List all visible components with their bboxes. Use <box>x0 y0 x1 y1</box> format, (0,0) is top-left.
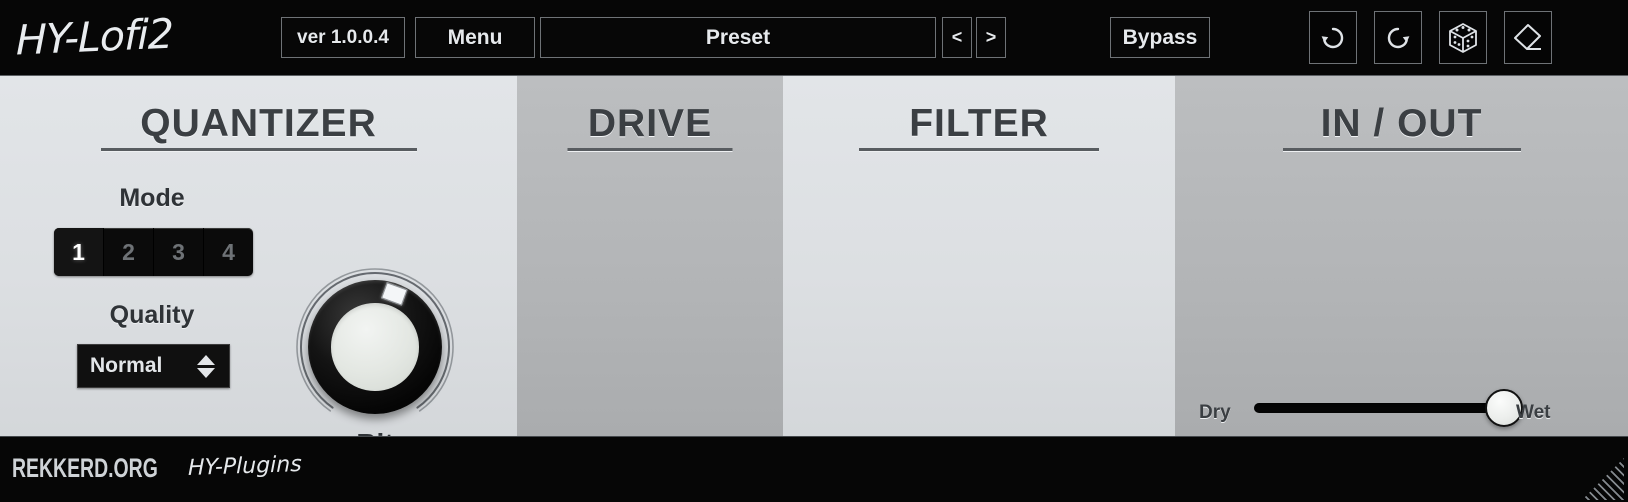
plugin-logo: HY-Lofi2 <box>16 9 173 65</box>
mode-label: Mode <box>119 184 185 212</box>
mode-option-1[interactable]: 1 <box>54 228 104 276</box>
filter-title: FILTER <box>909 102 1049 145</box>
mode-selector[interactable]: 1 2 3 4 <box>54 228 253 276</box>
inout-title-rule <box>1282 148 1521 151</box>
menu-button[interactable]: Menu <box>415 17 535 58</box>
filter-title-rule <box>859 148 1099 151</box>
inout-title: IN / OUT <box>1320 102 1483 145</box>
bit-knob-group[interactable]: Bit <box>296 268 454 436</box>
version-label: ver 1.0.0.4 <box>281 17 405 58</box>
knob-face <box>331 303 419 391</box>
mode-option-4[interactable]: 4 <box>204 228 253 276</box>
quantizer-panel: QUANTIZER Mode 1 2 3 4 Quality Normal Bi… <box>0 76 517 436</box>
quality-label: Quality <box>109 301 195 329</box>
bottom-bar: REKKERD.ORG HY-Plugins <box>0 436 1628 502</box>
drive-title: DRIVE <box>587 102 713 145</box>
drive-panel: DRIVE Drive <box>517 76 783 436</box>
init-icon[interactable] <box>1504 11 1552 64</box>
wet-label: Wet <box>1516 402 1551 423</box>
dry-wet-slider-group[interactable]: Dry Wet <box>1185 375 1625 431</box>
preset-selector[interactable]: Preset <box>540 17 936 58</box>
mode-option-3[interactable]: 3 <box>154 228 204 276</box>
top-toolbar: HY-Lofi2 ver 1.0.0.4 Menu Preset < > Byp… <box>0 0 1628 76</box>
drive-title-rule <box>567 148 733 151</box>
preset-prev-button[interactable]: < <box>942 17 972 58</box>
filter-panel: FILTER HP LP <box>783 76 1175 436</box>
quality-dropdown[interactable]: Normal <box>77 344 230 388</box>
quality-value: Normal <box>90 354 163 377</box>
preset-next-button[interactable]: > <box>976 17 1006 58</box>
plugin-window: HY-Lofi2 ver 1.0.0.4 Menu Preset < > Byp… <box>0 0 1628 502</box>
mode-option-2[interactable]: 2 <box>104 228 154 276</box>
bit-knob-label: Bit <box>308 428 442 436</box>
bit-knob[interactable] <box>296 268 454 414</box>
bypass-button[interactable]: Bypass <box>1110 17 1210 58</box>
dice-icon[interactable] <box>1439 11 1487 64</box>
quantizer-title-rule <box>100 148 417 151</box>
vendor-label: HY-Plugins <box>188 452 302 481</box>
resize-grip[interactable] <box>1582 458 1624 500</box>
dry-wet-track[interactable] <box>1254 403 1504 413</box>
dry-label: Dry <box>1199 402 1231 423</box>
redo-icon[interactable] <box>1374 11 1422 64</box>
quantizer-title: QUANTIZER <box>140 102 377 145</box>
undo-icon[interactable] <box>1309 11 1357 64</box>
watermark-label: REKKERD.ORG <box>12 453 158 483</box>
chevron-updown-icon[interactable] <box>197 354 215 378</box>
